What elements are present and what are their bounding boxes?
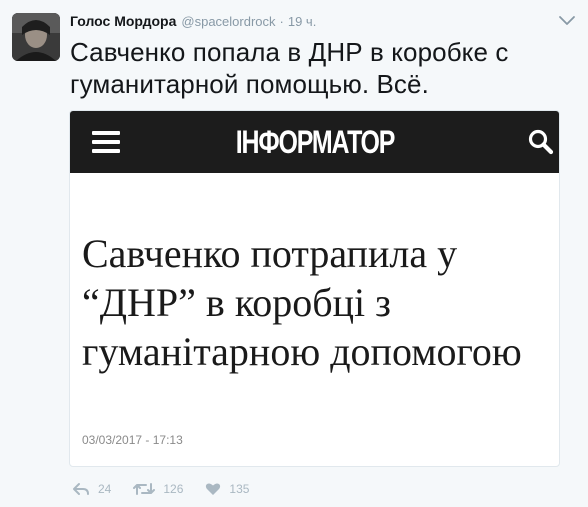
site-logo: ІНФОРМАТОР xyxy=(235,123,396,160)
site-header-bar: ІНФОРМАТОР xyxy=(70,111,559,173)
retweet-icon xyxy=(133,483,156,495)
tweet-text: Савченко попала в ДНР в коробке с гумани… xyxy=(70,37,509,99)
like-count: 135 xyxy=(229,482,250,496)
heart-icon xyxy=(206,483,221,495)
article-headline: Савченко потрапила у “ДНР” в коробці з г… xyxy=(82,231,522,374)
tweet-timestamp[interactable]: 19 ч. xyxy=(288,14,316,29)
hamburger-menu-icon xyxy=(92,131,120,153)
retweet-count: 126 xyxy=(163,482,184,496)
search-icon xyxy=(526,127,556,157)
like-button[interactable]: 135 xyxy=(205,482,249,496)
tweet-header: Голос Мордора @spacelordrock · 19 ч. xyxy=(70,13,316,33)
tweet-actions: 24 126 135 xyxy=(72,480,271,498)
article-date: 03/03/2017 - 17:13 xyxy=(82,433,183,447)
author-handle[interactable]: @spacelordrock xyxy=(181,14,275,29)
avatar[interactable] xyxy=(12,13,60,61)
avatar-image xyxy=(12,13,60,61)
tweet: Голос Мордора @spacelordrock · 19 ч. Сав… xyxy=(0,0,588,507)
chevron-down-icon[interactable] xyxy=(558,14,576,28)
link-card[interactable]: ІНФОРМАТОР Савченко потрапила у “ДНР” в … xyxy=(69,110,560,467)
author-name[interactable]: Голос Мордора xyxy=(70,13,176,29)
retweet-button[interactable]: 126 xyxy=(133,482,183,496)
reply-icon xyxy=(73,483,89,495)
reply-button[interactable]: 24 xyxy=(72,482,111,496)
header-separator: · xyxy=(279,14,284,29)
reply-count: 24 xyxy=(98,482,112,496)
